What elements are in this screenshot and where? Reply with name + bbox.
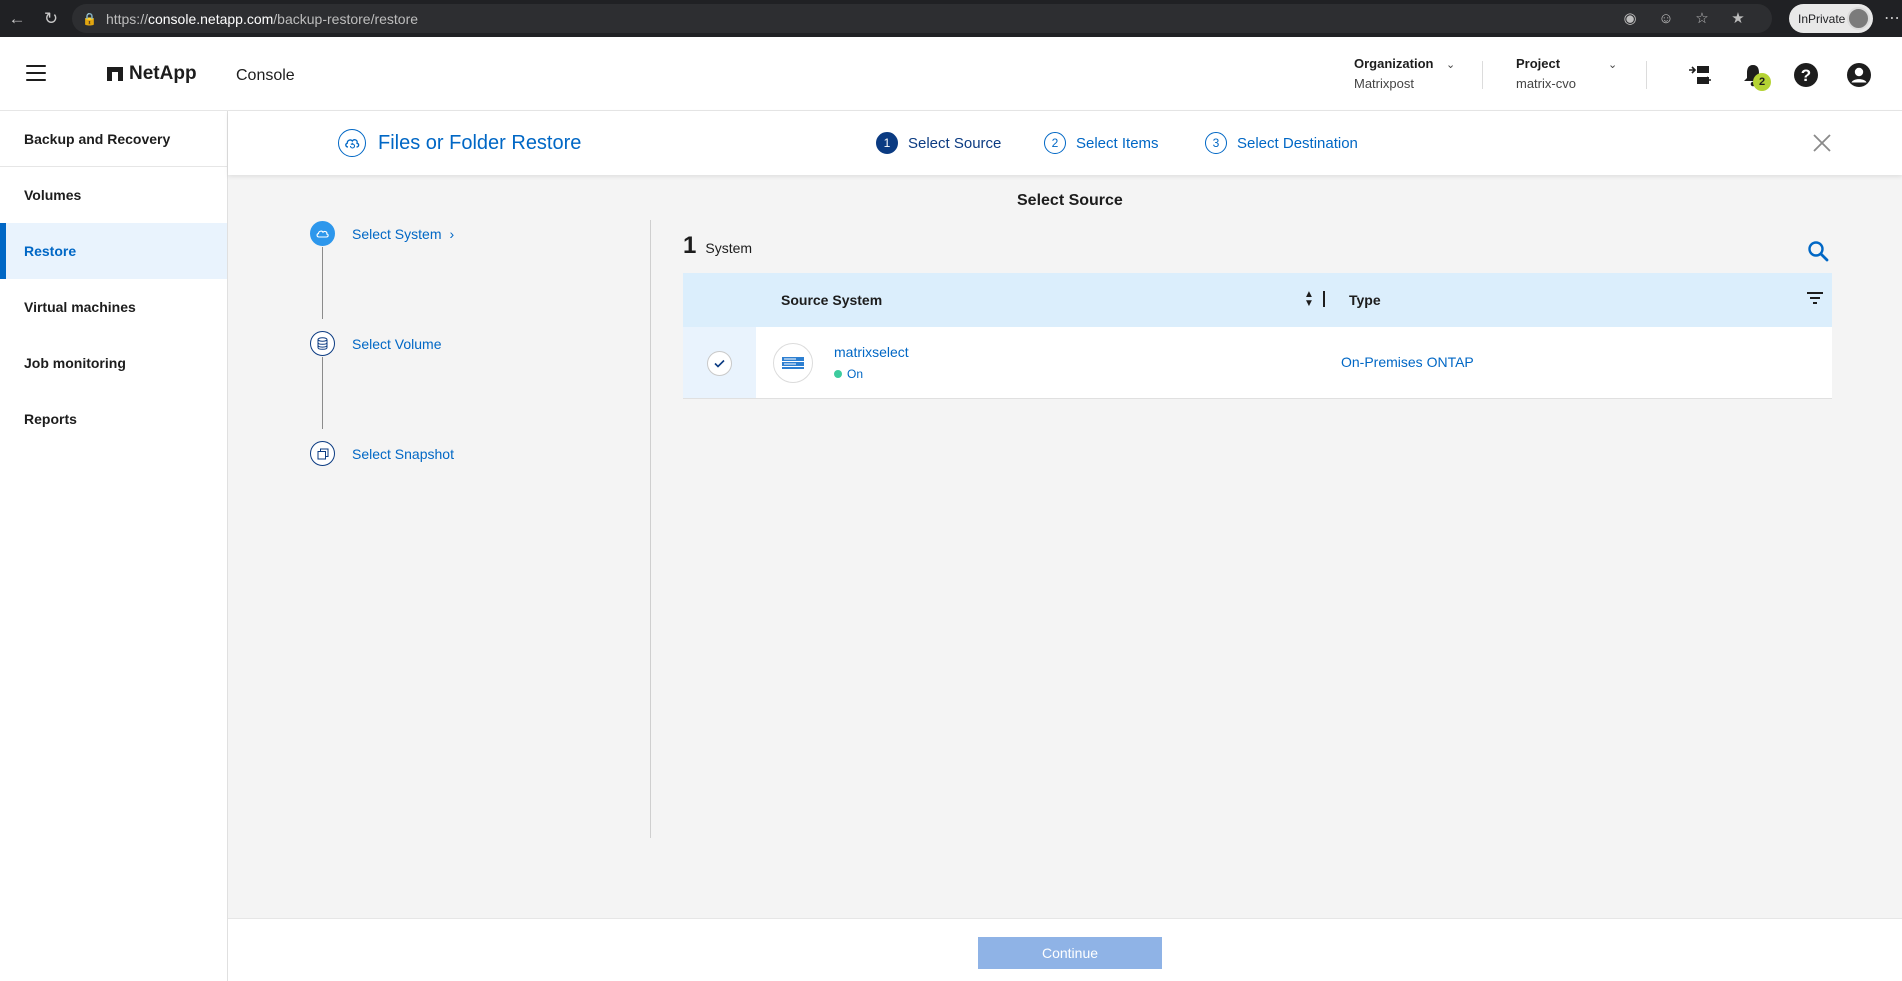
stepper-connector	[322, 357, 323, 429]
cloud-icon	[310, 221, 335, 246]
ontap-system-icon	[773, 343, 813, 383]
favorites-icon[interactable]: ★	[1724, 4, 1752, 32]
table-row[interactable]: matrixselect On On-Premises ONTAP	[683, 327, 1832, 399]
system-count: 1 System	[683, 232, 753, 259]
chevron-right-icon: ›	[449, 225, 455, 242]
inprivate-badge[interactable]: InPrivate	[1789, 4, 1873, 33]
wizard-step-select-items[interactable]: 2 Select Items	[1044, 132, 1159, 154]
project-value: matrix-cvo	[1516, 76, 1576, 91]
snapshot-copy-icon	[310, 441, 335, 466]
notification-count-badge: 2	[1753, 73, 1771, 91]
content-title: Select Source	[1017, 192, 1123, 209]
status-badge: On	[834, 367, 863, 381]
close-icon[interactable]	[1812, 133, 1832, 153]
netapp-logo-icon	[107, 67, 123, 81]
chevron-down-icon: ⌄	[1608, 59, 1618, 71]
url-text: https://console.netapp.com/backup-restor…	[105, 10, 419, 27]
sidebar-item-virtual-machines[interactable]: Virtual machines	[0, 279, 227, 335]
netapp-logo[interactable]: NetApp	[107, 63, 197, 85]
refresh-icon[interactable]: ↻	[36, 4, 66, 34]
database-icon	[310, 331, 335, 356]
organization-selector[interactable]: Organization Matrixpost ⌄	[1354, 56, 1459, 91]
sidebar-item-job-monitoring[interactable]: Job monitoring	[0, 335, 227, 391]
source-systems-table: Source System ▲ ▼ Type matrixselect On On…	[683, 273, 1832, 399]
continue-button[interactable]: Continue	[978, 937, 1162, 969]
wizard-title: Files or Folder Restore	[338, 129, 581, 157]
tracking-prevention-icon[interactable]: ◉	[1616, 4, 1644, 32]
substep-select-volume[interactable]: Select Volume	[310, 331, 442, 356]
footer: Continue	[228, 918, 1902, 981]
status-dot-icon	[834, 370, 842, 378]
checkmark-icon[interactable]	[707, 351, 732, 376]
organization-label: Organization	[1354, 56, 1434, 71]
browser-actions: ◉ ☺ ☆ ★	[1616, 4, 1752, 32]
search-icon[interactable]	[1807, 240, 1829, 262]
browser-toolbar: ← ↻ 🔒 https://console.netapp.com/backup-…	[0, 0, 1902, 37]
sidebar-title[interactable]: Backup and Recovery	[0, 111, 227, 167]
column-header-type[interactable]: Type	[1349, 292, 1381, 308]
project-selector[interactable]: Project matrix-cvo ⌄	[1516, 56, 1621, 91]
help-icon[interactable]: ?	[1793, 62, 1819, 88]
connector-switch-icon[interactable]	[1687, 62, 1713, 88]
sidebar-item-volumes[interactable]: Volumes	[0, 167, 227, 223]
wizard-header: Files or Folder Restore 1 Select Source …	[228, 111, 1902, 175]
app-header: NetApp Console Organization Matrixpost ⌄…	[0, 37, 1902, 111]
panel-divider	[650, 220, 651, 838]
row-select-cell[interactable]	[683, 327, 756, 398]
favorite-star-icon[interactable]: ☆	[1688, 4, 1716, 32]
svg-text:?: ?	[1801, 66, 1811, 85]
system-type: On-Premises ONTAP	[1341, 354, 1474, 370]
wizard-step-select-source[interactable]: 1 Select Source	[876, 132, 1001, 154]
browser-menu-icon[interactable]: ⋯	[1884, 8, 1900, 28]
back-arrow-icon[interactable]: ←	[2, 4, 32, 34]
sidebar: Backup and Recovery Volumes Restore Virt…	[0, 111, 228, 981]
profile-avatar-icon	[1847, 7, 1870, 30]
substep-select-snapshot[interactable]: Select Snapshot	[310, 441, 454, 466]
sidebar-item-restore[interactable]: Restore	[0, 223, 227, 279]
hamburger-menu-icon[interactable]	[26, 65, 46, 86]
user-account-icon[interactable]	[1846, 62, 1872, 88]
organization-value: Matrixpost	[1354, 76, 1414, 91]
stepper-connector	[322, 247, 323, 319]
column-resize-handle[interactable]	[1323, 291, 1325, 307]
project-label: Project	[1516, 56, 1561, 71]
console-label: Console	[236, 67, 295, 84]
column-header-source-system[interactable]: Source System	[781, 292, 882, 308]
filter-icon[interactable]	[1807, 292, 1823, 307]
extensions-icon[interactable]: ☺	[1652, 4, 1680, 32]
address-bar[interactable]: 🔒 https://console.netapp.com/backup-rest…	[72, 4, 1772, 33]
chevron-down-icon: ⌄	[1446, 59, 1456, 71]
sort-icon[interactable]: ▲ ▼	[1304, 290, 1314, 309]
sidebar-item-reports[interactable]: Reports	[0, 391, 227, 447]
table-header: Source System ▲ ▼ Type	[683, 273, 1832, 327]
header-divider	[1482, 61, 1483, 89]
substep-select-system[interactable]: Select System ›	[310, 221, 454, 246]
lock-icon: 🔒	[82, 11, 97, 26]
cloud-restore-icon	[338, 129, 366, 157]
header-divider	[1646, 61, 1647, 89]
system-name[interactable]: matrixselect	[834, 344, 909, 360]
wizard-step-select-destination[interactable]: 3 Select Destination	[1205, 132, 1358, 154]
